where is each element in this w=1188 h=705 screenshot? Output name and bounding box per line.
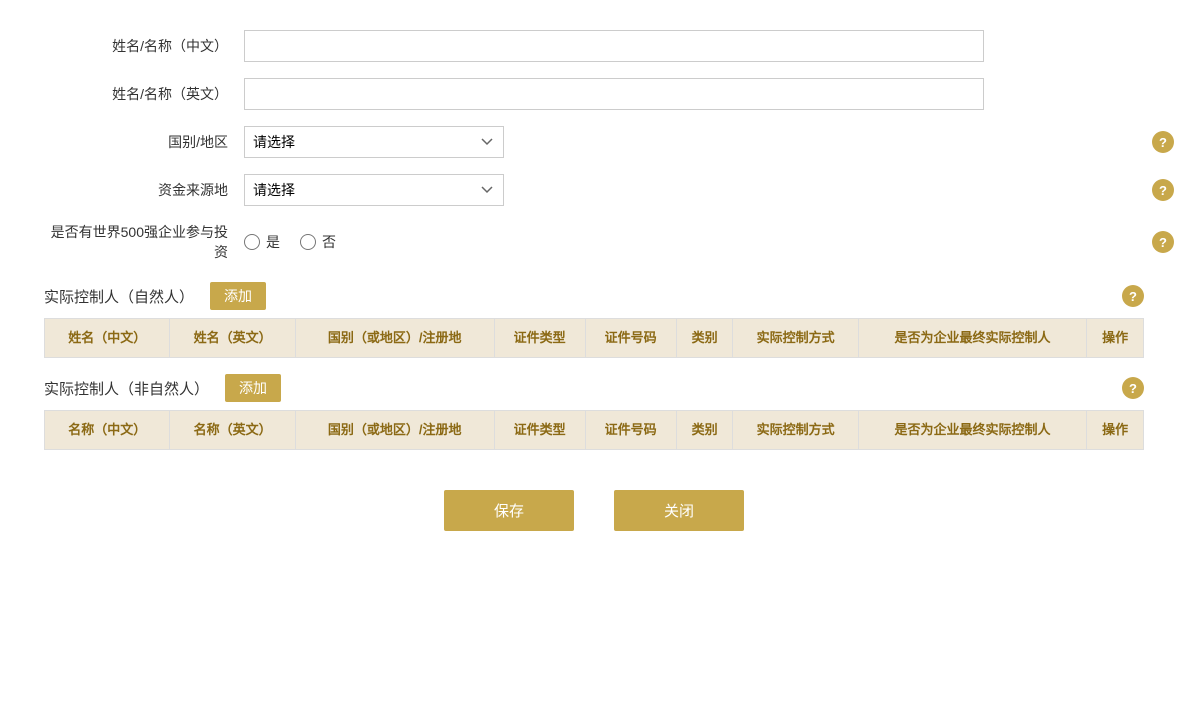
non-natural-controller-title: 实际控制人（非自然人）	[44, 378, 209, 399]
name-en-row: 姓名/名称（英文）	[44, 78, 1144, 110]
country-select[interactable]: 请选择	[244, 126, 504, 158]
fortune500-radio-group: 是 否	[244, 232, 336, 252]
name-cn-row: 姓名/名称（中文）	[44, 30, 1144, 62]
natural-col-name-en: 姓名（英文）	[170, 319, 295, 358]
fund-source-label: 资金来源地	[44, 180, 244, 200]
non-natural-col-action: 操作	[1087, 411, 1144, 450]
name-cn-label: 姓名/名称（中文）	[44, 36, 244, 56]
non-natural-col-control-method: 实际控制方式	[733, 411, 858, 450]
fortune500-yes-label: 是	[266, 232, 280, 252]
non-natural-controller-add-btn[interactable]: 添加	[225, 374, 281, 402]
save-button[interactable]: 保存	[444, 490, 574, 531]
fortune500-yes-option[interactable]: 是	[244, 232, 280, 252]
natural-controller-help-icon[interactable]: ?	[1122, 285, 1144, 307]
natural-controller-table-header-row: 姓名（中文） 姓名（英文） 国别（或地区）/注册地 证件类型 证件号码 类别 实…	[45, 319, 1144, 358]
natural-col-action: 操作	[1087, 319, 1144, 358]
non-natural-controller-table: 名称（中文） 名称（英文） 国别（或地区）/注册地 证件类型 证件号码 类别 实…	[44, 410, 1144, 450]
name-en-input[interactable]	[244, 78, 984, 110]
country-label: 国别/地区	[44, 132, 244, 152]
country-help-icon[interactable]: ?	[1152, 131, 1174, 153]
fund-source-help-icon[interactable]: ?	[1152, 179, 1174, 201]
natural-col-category: 类别	[676, 319, 733, 358]
natural-col-name-cn: 姓名（中文）	[45, 319, 170, 358]
natural-col-cert-type: 证件类型	[494, 319, 585, 358]
natural-controller-section: 实际控制人（自然人） 添加 ? 姓名（中文） 姓名（英文） 国别（或地区）/注册…	[44, 282, 1144, 358]
name-cn-input[interactable]	[244, 30, 984, 62]
fund-source-select[interactable]: 请选择	[244, 174, 504, 206]
natural-controller-header: 实际控制人（自然人） 添加 ?	[44, 282, 1144, 310]
non-natural-controller-section: 实际控制人（非自然人） 添加 ? 名称（中文） 名称（英文） 国别（或地区）/注…	[44, 374, 1144, 450]
form-section: 姓名/名称（中文） 姓名/名称（英文） 国别/地区 请选择 ? 资金来源地 请选…	[44, 30, 1144, 262]
page-container: 姓名/名称（中文） 姓名/名称（英文） 国别/地区 请选择 ? 资金来源地 请选…	[44, 30, 1144, 531]
non-natural-col-name-cn: 名称（中文）	[45, 411, 170, 450]
fortune500-label: 是否有世界500强企业参与投资	[44, 222, 244, 262]
non-natural-col-cert-type: 证件类型	[494, 411, 585, 450]
natural-controller-title: 实际控制人（自然人）	[44, 286, 194, 307]
fortune500-no-radio[interactable]	[300, 234, 316, 250]
fortune500-no-option[interactable]: 否	[300, 232, 336, 252]
footer-buttons: 保存 关闭	[44, 490, 1144, 531]
close-button[interactable]: 关闭	[614, 490, 744, 531]
natural-controller-table: 姓名（中文） 姓名（英文） 国别（或地区）/注册地 证件类型 证件号码 类别 实…	[44, 318, 1144, 358]
name-en-label: 姓名/名称（英文）	[44, 84, 244, 104]
non-natural-col-name-en: 名称（英文）	[170, 411, 295, 450]
fortune500-help-icon[interactable]: ?	[1152, 231, 1174, 253]
non-natural-col-is-final-controller: 是否为企业最终实际控制人	[858, 411, 1086, 450]
fortune500-yes-radio[interactable]	[244, 234, 260, 250]
natural-col-is-final-controller: 是否为企业最终实际控制人	[858, 319, 1086, 358]
natural-col-cert-no: 证件号码	[585, 319, 676, 358]
non-natural-col-cert-no: 证件号码	[585, 411, 676, 450]
natural-controller-add-btn[interactable]: 添加	[210, 282, 266, 310]
fund-source-row: 资金来源地 请选择 ?	[44, 174, 1144, 206]
non-natural-controller-header: 实际控制人（非自然人） 添加 ?	[44, 374, 1144, 402]
non-natural-controller-help-icon[interactable]: ?	[1122, 377, 1144, 399]
non-natural-col-category: 类别	[676, 411, 733, 450]
natural-col-country: 国别（或地区）/注册地	[295, 319, 494, 358]
fortune500-no-label: 否	[322, 232, 336, 252]
country-row: 国别/地区 请选择 ?	[44, 126, 1144, 158]
non-natural-col-country: 国别（或地区）/注册地	[295, 411, 494, 450]
fortune500-row: 是否有世界500强企业参与投资 是 否 ?	[44, 222, 1144, 262]
non-natural-controller-table-header-row: 名称（中文） 名称（英文） 国别（或地区）/注册地 证件类型 证件号码 类别 实…	[45, 411, 1144, 450]
natural-col-control-method: 实际控制方式	[733, 319, 858, 358]
